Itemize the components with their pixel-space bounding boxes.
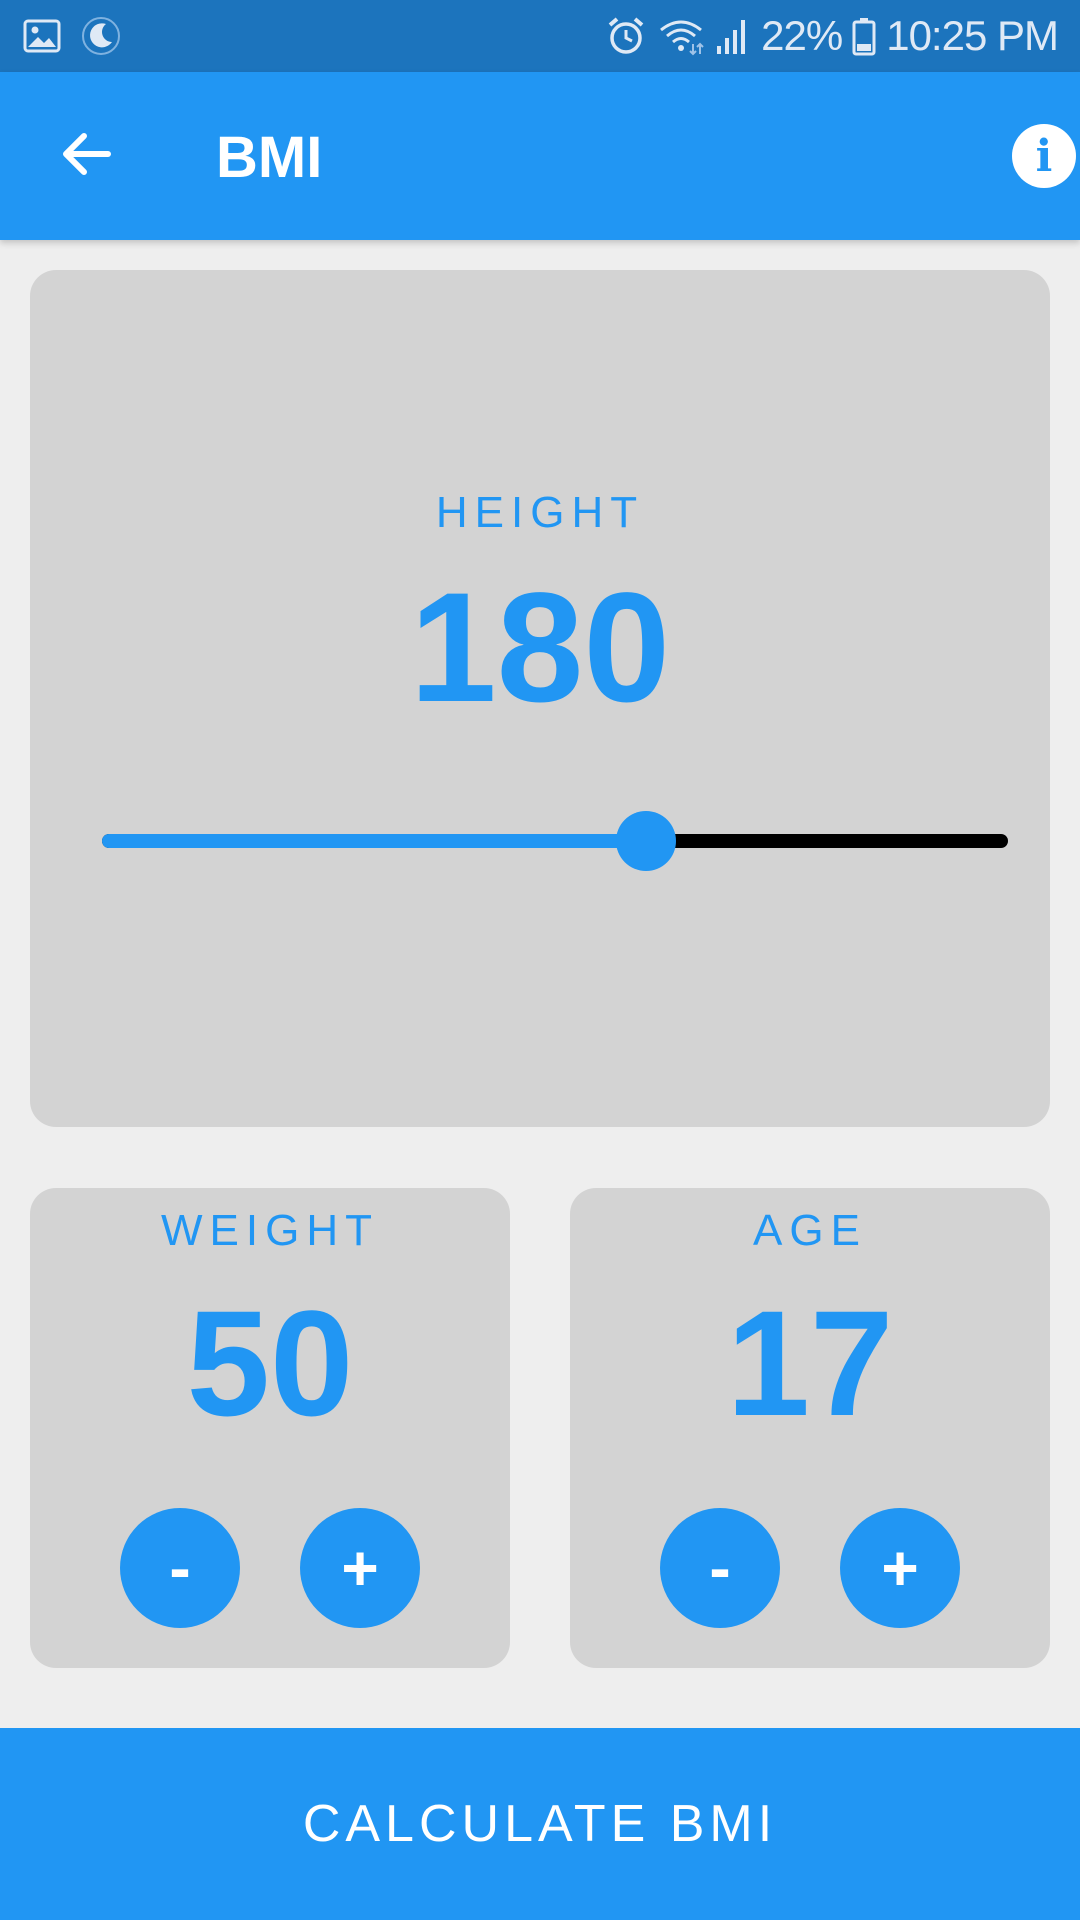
weight-plus-button[interactable]: + [300,1508,420,1628]
weight-value: 50 [186,1279,354,1447]
slider-active-track [102,834,646,848]
age-card: AGE 17 - + [570,1188,1050,1668]
age-label: AGE [753,1206,867,1255]
status-bar: 22% 10:25 PM [0,0,1080,72]
info-icon: i [1035,130,1053,182]
weight-minus-button[interactable]: - [120,1508,240,1628]
status-time: 10:25 PM [886,12,1059,59]
wifi-icon [657,16,705,56]
moon-icon [80,15,122,57]
weight-label: WEIGHT [161,1206,379,1255]
alarm-icon [605,15,647,57]
height-card: HEIGHT 180 [30,270,1050,1127]
age-value: 17 [726,1279,894,1447]
age-plus-button[interactable]: + [840,1508,960,1628]
app-bar: BMI i [0,72,1080,240]
signal-icon [715,16,751,56]
height-slider[interactable] [102,810,1008,871]
age-minus-button[interactable]: - [660,1508,780,1628]
battery-percent: 22% [761,12,843,59]
status-left [22,15,122,57]
height-label: HEIGHT [435,488,645,537]
page-title: BMI [216,125,323,190]
height-value: 180 [409,561,671,735]
back-button[interactable] [44,114,128,198]
battery-icon [852,16,876,56]
gallery-icon [22,16,62,56]
weight-card: WEIGHT 50 - + [30,1188,510,1668]
status-right: 22% 10:25 PM [605,12,1059,60]
arrow-back-icon [58,126,114,187]
slider-thumb[interactable] [615,811,676,871]
calculate-bmi-button[interactable]: CALCULATE BMI [0,1728,1080,1920]
info-button[interactable]: i [1012,124,1076,188]
